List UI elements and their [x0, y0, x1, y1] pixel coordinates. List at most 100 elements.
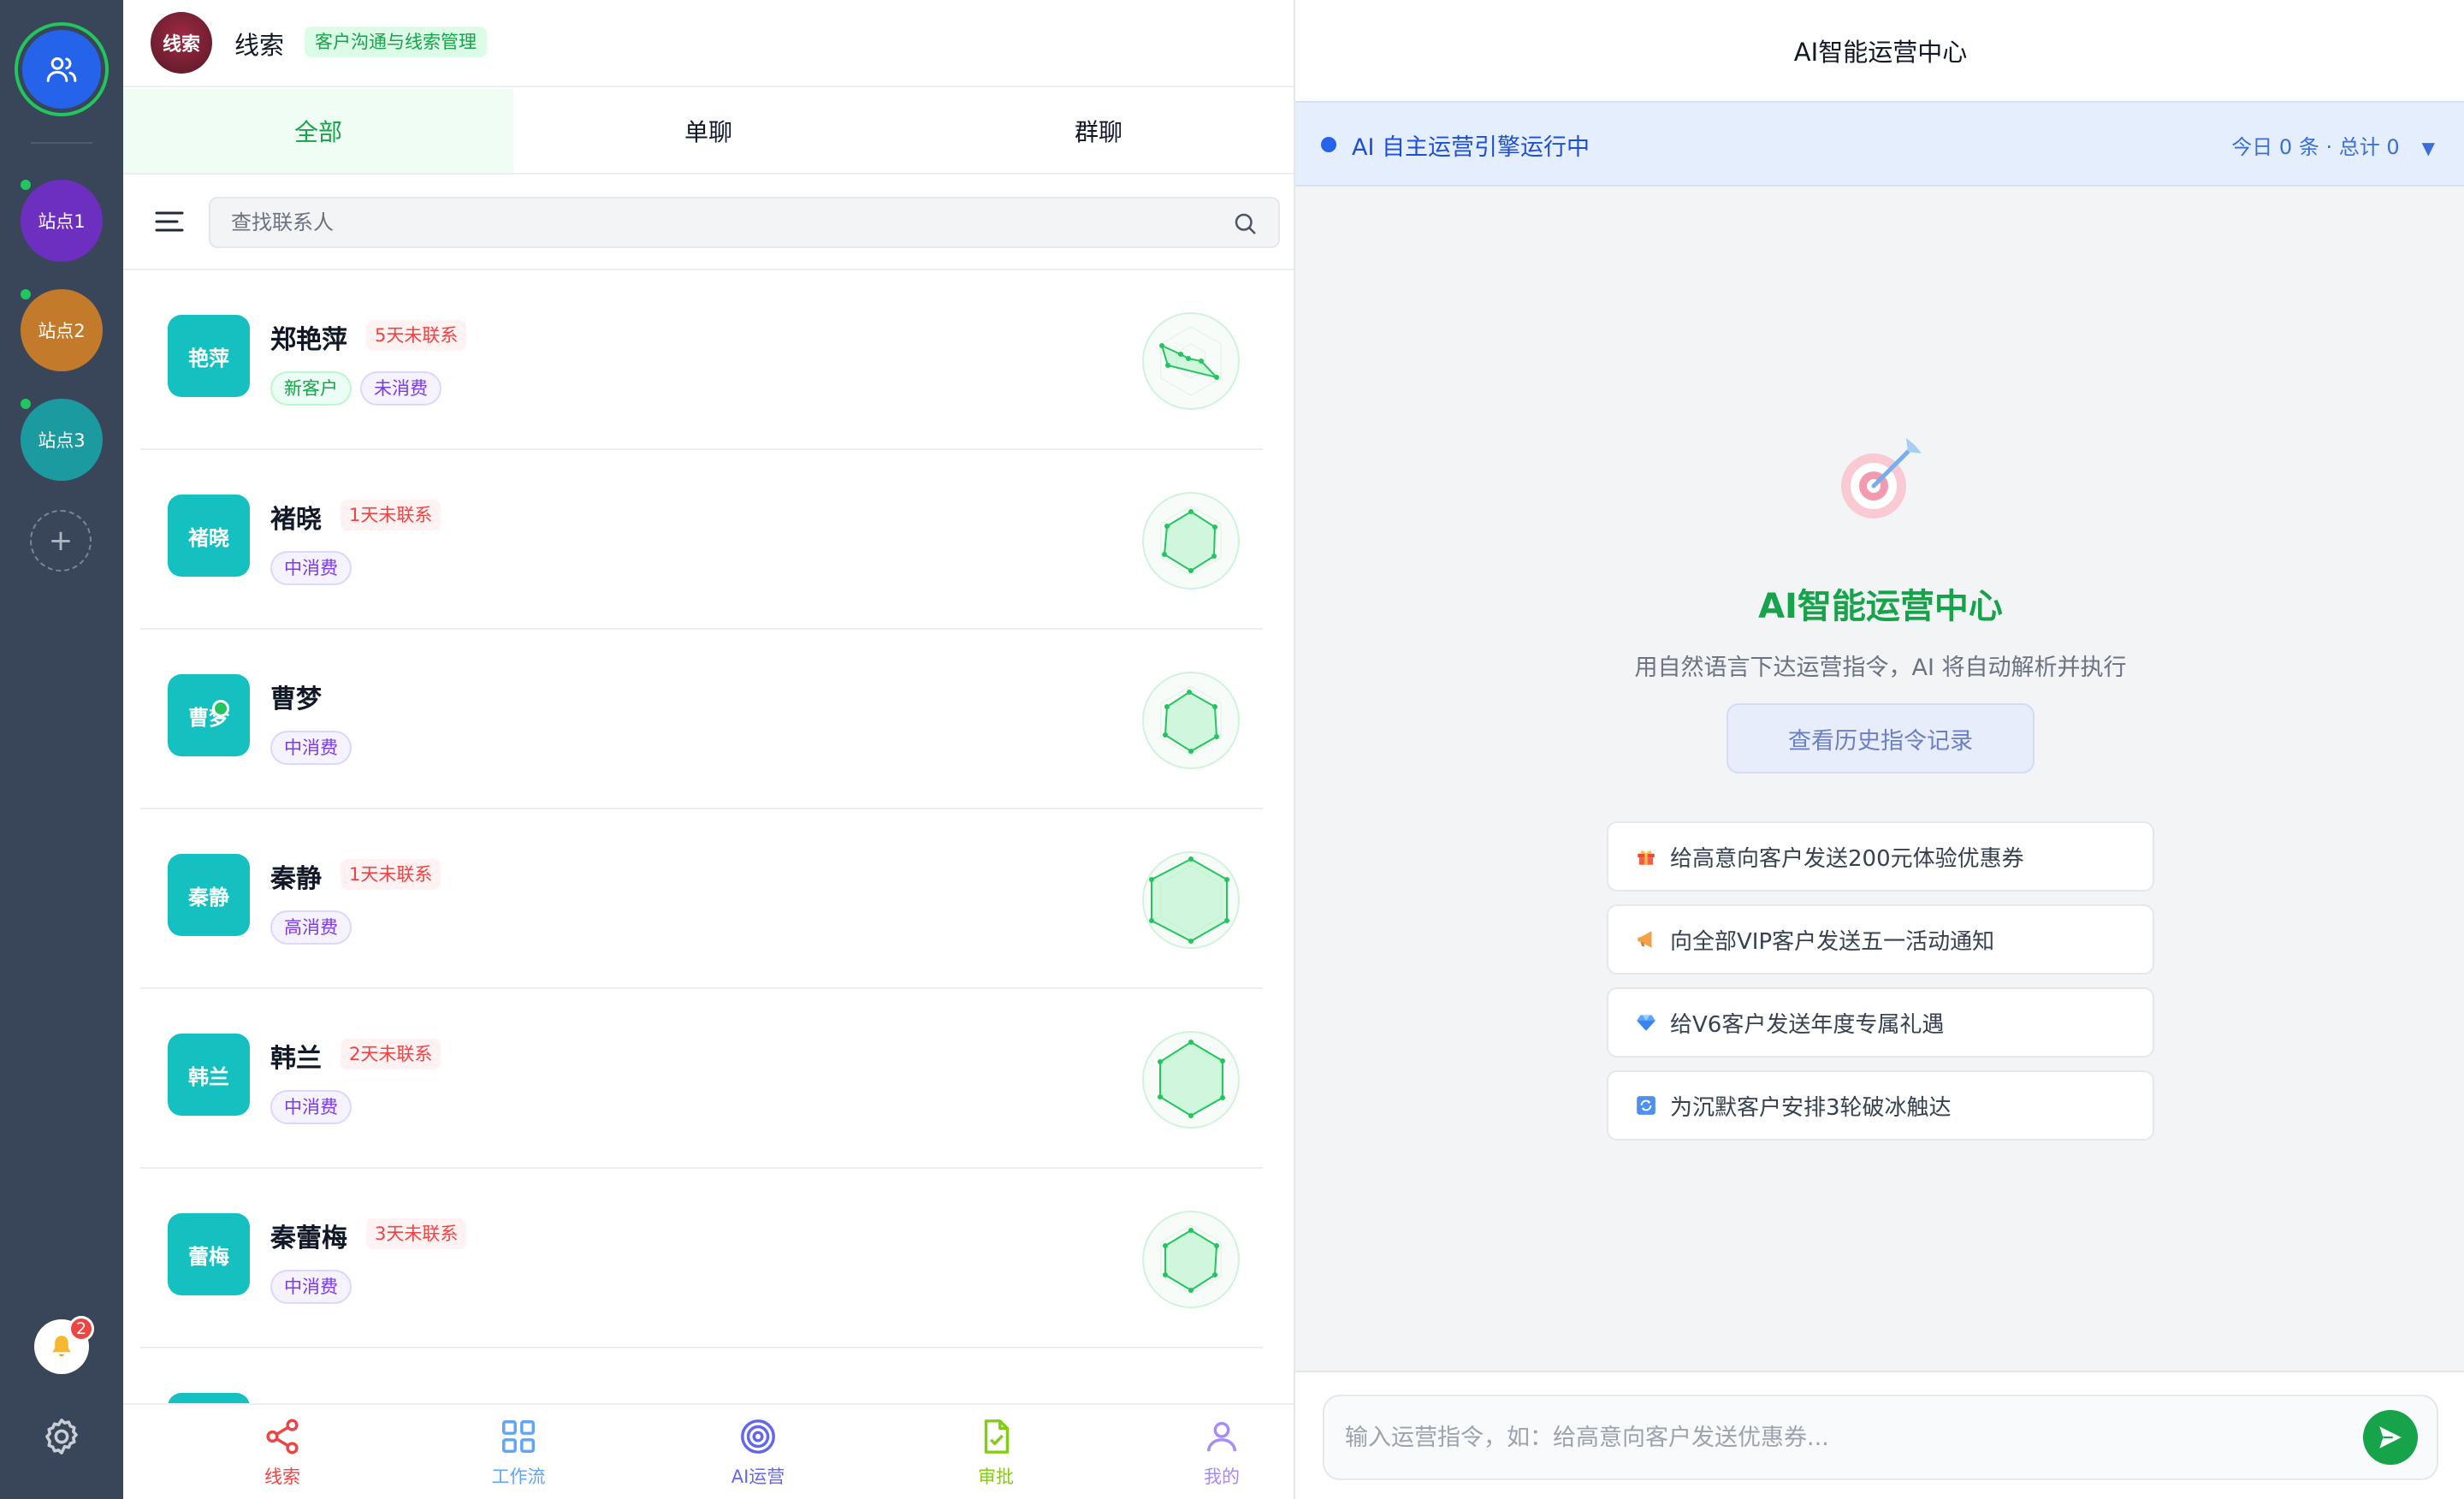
contact-tags: 高消费	[270, 910, 352, 945]
profile-radar-icon	[1142, 851, 1240, 949]
contact-name: 褚晓	[270, 505, 322, 535]
nav-label: 审批	[978, 1466, 1014, 1487]
contact-avatar: 蕾梅	[168, 1213, 250, 1295]
add-site-button[interactable]: +	[30, 510, 92, 572]
contact-search-input[interactable]	[231, 198, 1172, 246]
profile-radar-icon	[1142, 312, 1240, 410]
app-root: 站点1 站点2 站点3 + 2 线索 线索 客户沟通与线索管理 全部 单聊 群聊	[0, 0, 2464, 1499]
rail-divider	[31, 142, 92, 144]
contact-avatar: 曹梦	[168, 674, 250, 756]
filter-menu-icon[interactable]	[154, 209, 185, 234]
site-label: 站点2	[38, 321, 86, 341]
suggestion-coupon[interactable]: 给高意向客户发送200元体验优惠券	[1607, 821, 2154, 892]
nav-label: 我的	[1204, 1466, 1240, 1487]
nav-ai-ops[interactable]: AI运营	[681, 1405, 835, 1499]
contact-tags: 中消费	[270, 1090, 352, 1124]
site-1-button[interactable]: 站点1	[19, 178, 103, 262]
profile-radar-icon	[1142, 1031, 1240, 1129]
contact-row[interactable]: 褚晓 褚晓 1天未联系 中消费	[140, 450, 1263, 630]
view-history-button[interactable]: 查看历史指令记录	[1727, 703, 2035, 773]
stale-contact-badge: 1天未联系	[341, 500, 441, 530]
count-text: 今日 0 条 · 总计 0	[2231, 135, 2400, 159]
contact-avatar: 秦静	[168, 854, 250, 936]
tab-single-chat[interactable]: 单聊	[513, 89, 903, 173]
chat-type-tabs: 全部 单聊 群聊	[123, 89, 1294, 175]
command-input-box	[1323, 1395, 2438, 1480]
contact-name: 郑艳萍	[270, 325, 347, 355]
stale-contact-badge: 2天未联系	[341, 1039, 441, 1069]
suggestion-text: 向全部VIP客户发送五一活动通知	[1670, 928, 1995, 955]
search-icon[interactable]	[1232, 210, 1258, 236]
nav-leads[interactable]: 线索	[205, 1405, 359, 1499]
suggestion-text: 为沉默客户安排3轮破冰触达	[1670, 1094, 1952, 1121]
users-icon	[46, 57, 77, 82]
stale-contact-badge: 5天未联系	[366, 320, 467, 351]
document-check-icon	[984, 1419, 1010, 1454]
suggestion-vip-notice[interactable]: 向全部VIP客户发送五一活动通知	[1607, 904, 2154, 975]
suggestion-text: 给V6客户发送年度专属礼遇	[1670, 1011, 1945, 1038]
instruction-count[interactable]: 今日 0 条 · 总计 0 ▼	[2231, 130, 2435, 160]
ai-ops-panel: AI智能运营中心 AI 自主运营引擎运行中 今日 0 条 · 总计 0 ▼ AI智…	[1294, 0, 2464, 1499]
contact-row[interactable]: 艳萍 郑艳萍 5天未联系 新客户 未消费	[140, 270, 1263, 450]
contact-tag: 中消费	[270, 731, 352, 765]
stale-contact-badge: 3天未联系	[366, 1218, 467, 1249]
contacts-home-button[interactable]	[22, 30, 101, 109]
ai-ops-header: AI智能运营中心	[1295, 0, 2464, 101]
notifications-button[interactable]: 2	[34, 1316, 94, 1374]
contact-name: 秦蕾梅	[270, 1223, 347, 1253]
contact-row[interactable]: 韩兰 韩兰 2天未联系 中消费	[140, 989, 1263, 1169]
contact-row-partial[interactable]	[140, 1348, 1263, 1403]
engine-status-bar[interactable]: AI 自主运营引擎运行中 今日 0 条 · 总计 0 ▼	[1295, 101, 2464, 187]
contact-tags: 中消费	[270, 731, 352, 765]
contact-tags: 中消费	[270, 551, 352, 585]
site-2-button[interactable]: 站点2	[19, 287, 103, 371]
contact-row[interactable]: 蕾梅 秦蕾梅 3天未联系 中消费	[140, 1169, 1263, 1348]
contact-name: 曹梦	[270, 684, 322, 714]
leads-header: 线索 线索 客户沟通与线索管理	[123, 0, 1294, 87]
contact-tag: 中消费	[270, 1270, 352, 1304]
profile-radar-icon	[1142, 1211, 1240, 1308]
contact-avatar: 韩兰	[168, 1034, 250, 1116]
contact-avatar: 艳萍	[168, 315, 250, 397]
contact-row[interactable]: 秦静 秦静 1天未联系 高消费	[140, 809, 1263, 989]
megaphone-icon	[1634, 927, 1658, 951]
plus-icon: +	[48, 524, 74, 558]
contact-avatar	[168, 1393, 250, 1403]
nav-workflow[interactable]: 工作流	[441, 1405, 595, 1499]
tab-group-chat[interactable]: 群聊	[903, 89, 1294, 173]
ai-ops-title: AI智能运营中心	[1758, 587, 2003, 626]
refresh-icon	[1634, 1093, 1658, 1117]
site-online-dot	[19, 178, 33, 192]
contact-tag: 高消费	[270, 910, 352, 945]
target-icon	[741, 1419, 775, 1454]
site-online-dot	[19, 287, 33, 301]
command-input[interactable]	[1345, 1396, 2329, 1478]
diamond-icon	[1634, 1010, 1658, 1034]
online-status-dot	[212, 700, 229, 717]
profile-radar-icon	[1142, 672, 1240, 769]
suggestion-icebreak[interactable]: 为沉默客户安排3轮破冰触达	[1607, 1070, 2154, 1141]
workflow-icon	[502, 1420, 535, 1453]
send-button[interactable]	[2363, 1410, 2418, 1465]
contact-list: 艳萍 郑艳萍 5天未联系 新客户 未消费 褚晓 褚晓 1天未联系 中消费 曹梦 …	[123, 270, 1294, 1403]
settings-gear-icon[interactable]	[40, 1415, 83, 1458]
nav-label: 工作流	[491, 1466, 546, 1487]
ai-ops-description: 用自然语言下达运营指令，AI 将自动解析并执行	[1634, 655, 2127, 681]
suggestion-v6-gift[interactable]: 给V6客户发送年度专属礼遇	[1607, 987, 2154, 1058]
contact-row[interactable]: 曹梦 曹梦 中消费	[140, 630, 1263, 809]
site-label: 站点1	[38, 211, 86, 232]
gift-icon	[1634, 844, 1658, 868]
page-subtitle-badge: 客户沟通与线索管理	[305, 27, 487, 57]
contact-tag: 中消费	[270, 551, 352, 585]
engine-status-text: AI 自主运营引擎运行中	[1352, 134, 1590, 161]
user-icon	[1206, 1421, 1237, 1452]
profile-radar-icon	[1142, 492, 1240, 590]
contact-avatar: 褚晓	[168, 495, 250, 577]
stale-contact-badge: 1天未联系	[341, 859, 441, 890]
nav-profile[interactable]: 我的	[1145, 1405, 1299, 1499]
contact-tags: 新客户 未消费	[270, 371, 441, 406]
tab-all[interactable]: 全部	[123, 89, 513, 173]
nav-approval[interactable]: 审批	[919, 1405, 1073, 1499]
site-online-dot	[19, 397, 33, 411]
site-3-button[interactable]: 站点3	[19, 397, 103, 481]
